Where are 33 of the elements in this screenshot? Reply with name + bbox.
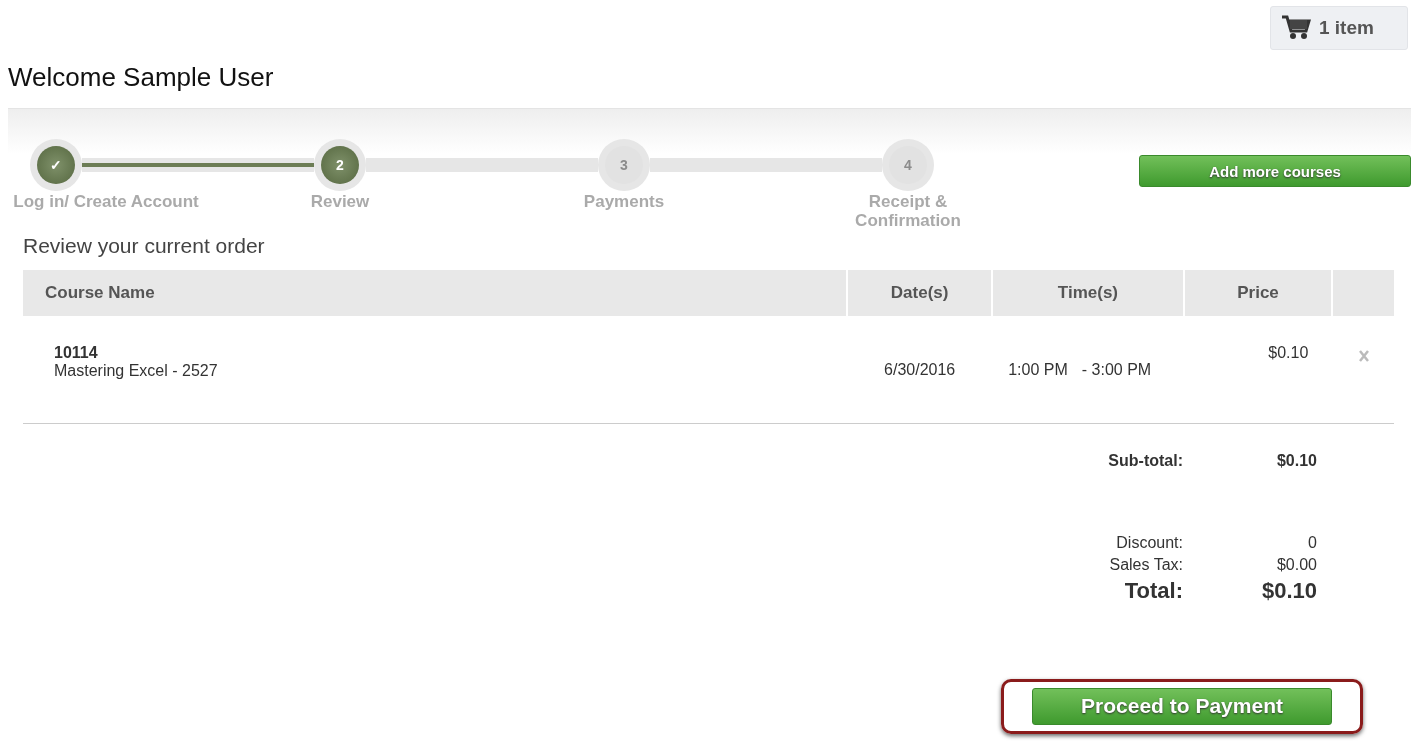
course-name: Mastering Excel - 2527 bbox=[54, 362, 219, 380]
cart-button[interactable]: 1 item bbox=[1270, 6, 1408, 50]
summary-label: Total: bbox=[1123, 576, 1183, 605]
summary-label: Sales Tax: bbox=[1108, 554, 1183, 575]
subtotal-value: $0.10 bbox=[1275, 451, 1317, 470]
proceed-button[interactable]: Proceed to Payment bbox=[1032, 687, 1332, 725]
subtotal-label: Sub-total: bbox=[1107, 451, 1183, 470]
column-header: Course Name bbox=[23, 270, 848, 316]
column-header: Price bbox=[1183, 270, 1333, 316]
cart-icon bbox=[1281, 15, 1311, 41]
summary-label: Discount: bbox=[1115, 532, 1183, 553]
summary-value: 0 bbox=[1307, 532, 1317, 553]
course-price: $0.10 bbox=[1268, 344, 1309, 361]
summary-value: $0.10 bbox=[1260, 576, 1317, 605]
page-title: Welcome Sample User bbox=[8, 62, 275, 94]
section-heading: Review your current order bbox=[23, 234, 266, 259]
add-courses-button[interactable]: Add more courses bbox=[1139, 155, 1411, 187]
step-marker: 2 bbox=[314, 139, 366, 191]
step-label: Log in/ Create Account bbox=[13, 192, 199, 211]
step-label: Payments bbox=[583, 192, 665, 211]
course-date: 6/30/2016 bbox=[884, 361, 956, 378]
step-marker: 3 bbox=[598, 139, 650, 191]
step-label: Review bbox=[310, 192, 370, 211]
step-label: Receipt & Confirmation bbox=[854, 192, 962, 230]
start-time: 1:00 PM bbox=[1008, 361, 1068, 378]
summary-value: $0.00 bbox=[1275, 554, 1317, 575]
column-header: Time(s) bbox=[992, 270, 1184, 316]
end-time: - 3:00 PM bbox=[1081, 361, 1152, 378]
column-header: Date(s) bbox=[847, 270, 993, 316]
delete-icon[interactable] bbox=[1358, 350, 1369, 362]
step-marker: 4 bbox=[882, 139, 934, 191]
course-code: 10114 bbox=[54, 344, 99, 362]
step-marker: ✓ bbox=[30, 139, 82, 191]
